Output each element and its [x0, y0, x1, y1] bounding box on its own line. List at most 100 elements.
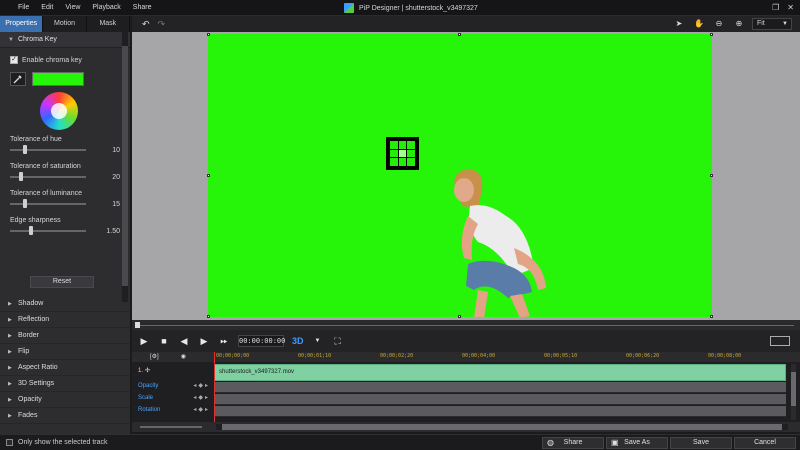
- expand-arrow-icon: ▶: [8, 317, 12, 323]
- resize-handle[interactable]: [710, 174, 713, 177]
- redo-icon[interactable]: ↷: [158, 19, 166, 30]
- app-logo-icon: [344, 3, 354, 13]
- section-fades[interactable]: ▶ Fades: [0, 408, 130, 424]
- enable-chroma-key-checkbox[interactable]: ✓: [10, 56, 18, 64]
- timecode-display[interactable]: 00:00:00:00: [238, 335, 285, 347]
- lane-opacity[interactable]: [214, 382, 786, 393]
- target-cell: [407, 149, 415, 158]
- display-mode-icon[interactable]: [770, 336, 790, 346]
- 3d-mode-button[interactable]: 3D: [292, 336, 304, 346]
- chevron-down-icon[interactable]: ▼: [312, 335, 324, 347]
- hand-pan-icon[interactable]: ✋: [692, 18, 706, 30]
- track-row-opacity[interactable]: Opacity ◂◆▸: [132, 380, 214, 392]
- section-3d-settings[interactable]: ▶ 3D Settings: [0, 376, 130, 392]
- save-as-button[interactable]: ▣ Save As: [606, 437, 668, 449]
- keyframe-controls-icon[interactable]: ◂◆▸: [193, 392, 210, 404]
- fast-forward-icon[interactable]: ⏩︎: [218, 335, 230, 347]
- track-settings-icon[interactable]: [⚙]: [150, 353, 159, 360]
- slider-luminance-track[interactable]: [10, 199, 86, 208]
- resize-handle[interactable]: [710, 33, 713, 36]
- close-icon[interactable]: ✕: [787, 3, 794, 12]
- tab-mask[interactable]: Mask: [86, 16, 130, 32]
- resize-handle[interactable]: [458, 33, 461, 36]
- restore-icon[interactable]: ❐: [772, 3, 779, 12]
- keyframe-controls-icon[interactable]: ◂◆▸: [193, 404, 210, 416]
- timeline-vscroll-thumb[interactable]: [791, 372, 796, 406]
- preview-scrubber[interactable]: [132, 320, 800, 330]
- ruler-tick: 00;00;01;10: [298, 353, 332, 359]
- slider-saturation-track[interactable]: [10, 172, 86, 181]
- section-aspect-ratio[interactable]: ▶ Aspect Ratio: [0, 360, 130, 376]
- slider-saturation-thumb[interactable]: [18, 172, 23, 181]
- stop-icon[interactable]: ■: [158, 335, 170, 347]
- tab-properties[interactable]: Properties: [0, 16, 44, 32]
- track-row-rotation[interactable]: Rotation ◂◆▸: [132, 404, 214, 416]
- only-selected-track-toggle[interactable]: Only show the selected track: [6, 439, 108, 446]
- fullscreen-icon[interactable]: ⛶: [332, 335, 344, 347]
- section-reflection[interactable]: ▶ Reflection: [0, 312, 130, 328]
- lane-rotation[interactable]: [214, 406, 786, 417]
- timeline-vscrollbar[interactable]: [791, 364, 796, 420]
- resize-handle[interactable]: [207, 174, 210, 177]
- lane-scale[interactable]: [214, 394, 786, 405]
- chevron-down-icon: ▼: [782, 21, 788, 27]
- video-preview[interactable]: [208, 34, 712, 317]
- enable-chroma-key[interactable]: ✓ Enable chroma key: [10, 56, 120, 64]
- section-flip[interactable]: ▶ Flip: [0, 344, 130, 360]
- keyframe-controls-icon[interactable]: ◂◆▸: [193, 380, 210, 392]
- select-arrow-icon[interactable]: ➤: [672, 18, 686, 30]
- next-frame-icon[interactable]: ▶︎: [198, 335, 210, 347]
- menu-playback[interactable]: Playback: [92, 4, 120, 11]
- slider-luminance-thumb[interactable]: [22, 199, 27, 208]
- save-button[interactable]: Save: [670, 437, 732, 449]
- menu-edit[interactable]: Edit: [41, 4, 53, 11]
- menu-share[interactable]: Share: [133, 4, 152, 11]
- zoom-in-icon[interactable]: ⊕: [732, 18, 746, 30]
- slider-edge-sharpness-track[interactable]: [10, 226, 86, 235]
- target-cell: [407, 158, 415, 166]
- timeline-zoom-slider[interactable]: [140, 426, 202, 428]
- section-border[interactable]: ▶ Border: [0, 328, 130, 344]
- only-selected-track-checkbox[interactable]: [6, 439, 13, 446]
- timeline-hscrollbar[interactable]: [216, 424, 788, 430]
- play-icon[interactable]: ▶: [138, 335, 150, 347]
- timeline-hscroll-thumb[interactable]: [222, 424, 782, 430]
- resize-handle[interactable]: [710, 315, 713, 318]
- track-1-label[interactable]: 1. ✣: [132, 362, 214, 380]
- slider-hue-thumb[interactable]: [22, 145, 27, 154]
- slider-hue-track[interactable]: [10, 145, 86, 154]
- eyedropper-icon[interactable]: [10, 72, 26, 86]
- timeline-ruler[interactable]: 00;00;00;00 00;00;01;10 00;00;02;20 00;0…: [214, 352, 800, 362]
- track-number: 1.: [138, 368, 144, 374]
- video-clip[interactable]: shutterstock_v3497327.mov: [214, 364, 786, 381]
- panel-scrollbar[interactable]: [122, 32, 128, 302]
- undo-icon[interactable]: ↶: [142, 19, 150, 30]
- chroma-target-marker[interactable]: [386, 137, 419, 170]
- track-row-scale[interactable]: Scale ◂◆▸: [132, 392, 214, 404]
- resize-handle[interactable]: [458, 315, 461, 318]
- share-button[interactable]: ◍ Share: [542, 437, 604, 449]
- cancel-button[interactable]: Cancel: [734, 437, 796, 449]
- previous-frame-icon[interactable]: ◀︎: [178, 335, 190, 347]
- panel-scroll-thumb[interactable]: [122, 46, 128, 286]
- zoom-select[interactable]: Fit ▼: [752, 18, 792, 30]
- chroma-key-header[interactable]: ▼ Chroma Key: [0, 32, 130, 48]
- move-icon: ✣: [145, 368, 151, 374]
- menu-view[interactable]: View: [65, 4, 80, 11]
- tab-motion[interactable]: Motion: [43, 16, 87, 32]
- slider-edge-sharpness-thumb[interactable]: [28, 226, 33, 235]
- resize-handle[interactable]: [207, 315, 210, 318]
- color-wheel[interactable]: [40, 92, 78, 130]
- keyframe-options-icon[interactable]: ◉: [181, 353, 186, 360]
- section-shadow-label: Shadow: [18, 300, 44, 307]
- section-opacity[interactable]: ▶ Opacity: [0, 392, 130, 408]
- zoom-out-icon[interactable]: ⊖: [712, 18, 726, 30]
- reset-button[interactable]: Reset: [30, 276, 94, 288]
- resize-handle[interactable]: [207, 33, 210, 36]
- target-cell: [390, 158, 398, 166]
- menu-file[interactable]: File: [18, 4, 29, 11]
- scrub-knob[interactable]: [135, 322, 140, 328]
- playhead[interactable]: [214, 352, 215, 422]
- key-color-swatch[interactable]: [32, 72, 84, 86]
- section-shadow[interactable]: ▶ Shadow: [0, 296, 130, 312]
